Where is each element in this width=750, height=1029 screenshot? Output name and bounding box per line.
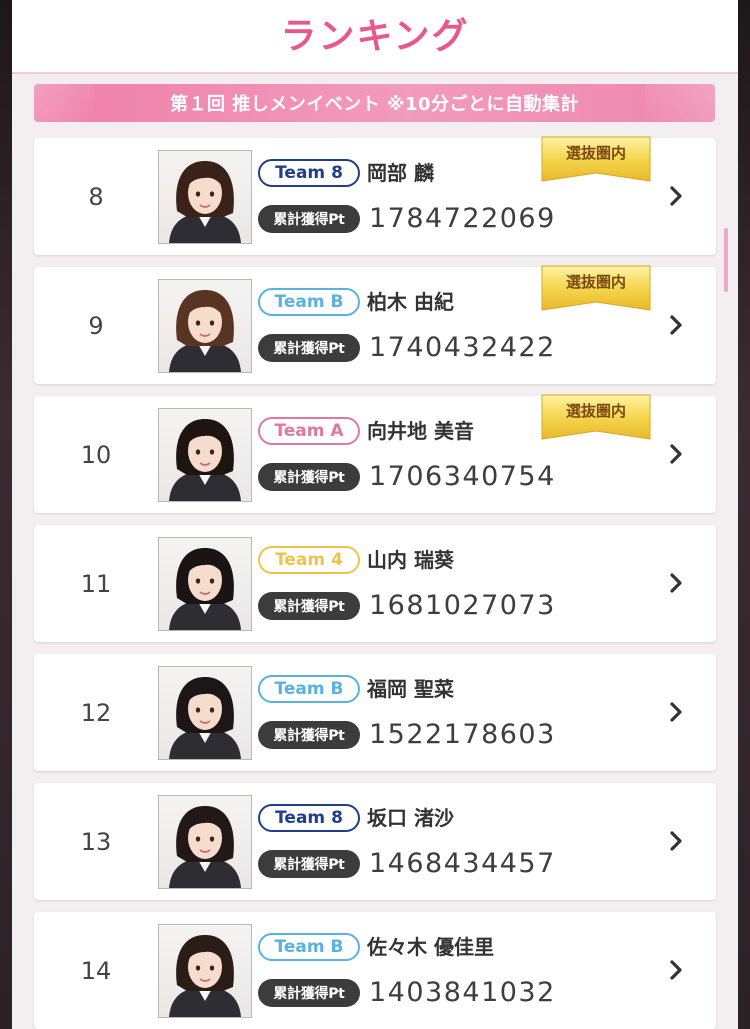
selection-badge-label: 選抜圏内	[565, 402, 626, 420]
selection-badge-label: 選抜圏内	[565, 144, 626, 162]
chevron-right-icon[interactable]	[662, 182, 690, 210]
ranking-row[interactable]: 9 Team B 柏木 由紀 累計獲得Pt 1740432422 選抜圏内	[34, 264, 716, 384]
team-badge: Team B	[258, 933, 360, 961]
page-title: ランキング	[280, 16, 470, 57]
points-value: 1706340754	[369, 461, 556, 492]
points-label: 累計獲得Pt	[258, 592, 360, 620]
chevron-right-icon[interactable]	[662, 827, 690, 855]
points-value: 1403841032	[369, 977, 556, 1008]
member-photo	[158, 924, 252, 1018]
team-badge: Team A	[258, 417, 360, 445]
team-badge: Team 4	[258, 546, 360, 574]
event-banner-text: 第１回 推しメンイベント ※10分ごとに自動集計	[169, 94, 580, 115]
points-value: 1784722069	[369, 203, 556, 234]
chevron-right-icon[interactable]	[662, 569, 690, 597]
ranking-row[interactable]: 12 Team B 福岡 聖菜 累計獲得Pt 1522178603	[34, 654, 716, 771]
member-name: 向井地 美音	[367, 419, 474, 443]
member-photo	[158, 150, 252, 244]
points-label: 累計獲得Pt	[258, 205, 360, 233]
member-name: 坂口 渚沙	[367, 806, 454, 830]
selection-badge-label: 選抜圏内	[565, 273, 626, 291]
rank-number: 12	[80, 698, 112, 727]
member-photo	[158, 666, 252, 760]
rank-number: 13	[80, 827, 112, 856]
ranking-row[interactable]: 10 Team A 向井地 美音 累計獲得Pt 1706340754 選抜圏内	[34, 393, 716, 513]
ranking-row[interactable]: 14 Team B 佐々木 優佳里 累計獲得Pt 1403841032	[34, 912, 716, 1029]
chevron-right-icon[interactable]	[662, 956, 690, 984]
ranking-row[interactable]: 8 Team 8 岡部 麟累計獲得Pt 1784722069 選抜圏内	[34, 135, 716, 255]
rank-number: 10	[80, 440, 112, 469]
rank-number: 9	[88, 311, 104, 340]
member-photo	[158, 279, 252, 373]
team-badge: Team B	[258, 288, 360, 316]
chevron-right-icon[interactable]	[662, 698, 690, 726]
rank-number: 14	[80, 956, 112, 985]
selection-badge: 選抜圏内	[540, 135, 652, 187]
member-name: 佐々木 優佳里	[367, 935, 494, 959]
selection-badge: 選抜圏内	[540, 393, 652, 445]
scrollbar-thumb[interactable]	[724, 228, 728, 292]
points-label: 累計獲得Pt	[258, 721, 360, 749]
rank-number: 8	[88, 182, 104, 211]
member-name: 福岡 聖菜	[367, 677, 454, 701]
points-value: 1681027073	[369, 590, 556, 621]
team-badge: Team 8	[258, 159, 360, 187]
points-value: 1468434457	[369, 848, 556, 879]
member-photo	[158, 795, 252, 889]
chevron-right-icon[interactable]	[662, 440, 690, 468]
ranking-panel: ランキング 第１回 推しメンイベント ※10分ごとに自動集計 8 Team 8 岡部…	[12, 0, 738, 1029]
points-label: 累計獲得Pt	[258, 463, 360, 491]
points-label: 累計獲得Pt	[258, 979, 360, 1007]
points-value: 1522178603	[369, 719, 556, 750]
ranking-row[interactable]: 11 Team 4 山内 瑞葵 累計獲得Pt 1681027073	[34, 525, 716, 642]
points-label: 累計獲得Pt	[258, 850, 360, 878]
member-name: 柏木 由紀	[367, 290, 454, 314]
right-backdrop	[738, 0, 750, 1029]
ranking-row[interactable]: 13 Team 8 坂口 渚沙 累計獲得Pt 1468434457	[34, 783, 716, 900]
rank-number: 11	[80, 569, 112, 598]
member-photo	[158, 408, 252, 502]
points-label: 累計獲得Pt	[258, 334, 360, 362]
team-badge: Team B	[258, 675, 360, 703]
member-name: 岡部 麟	[367, 161, 434, 185]
page-header: ランキング	[12, 0, 738, 74]
member-name: 山内 瑞葵	[367, 548, 454, 572]
member-photo	[158, 537, 252, 631]
points-value: 1740432422	[369, 332, 556, 363]
team-badge: Team 8	[258, 804, 360, 832]
event-banner: 第１回 推しメンイベント ※10分ごとに自動集計	[34, 84, 715, 122]
selection-badge: 選抜圏内	[540, 264, 652, 316]
chevron-right-icon[interactable]	[662, 311, 690, 339]
left-backdrop	[0, 0, 12, 1029]
